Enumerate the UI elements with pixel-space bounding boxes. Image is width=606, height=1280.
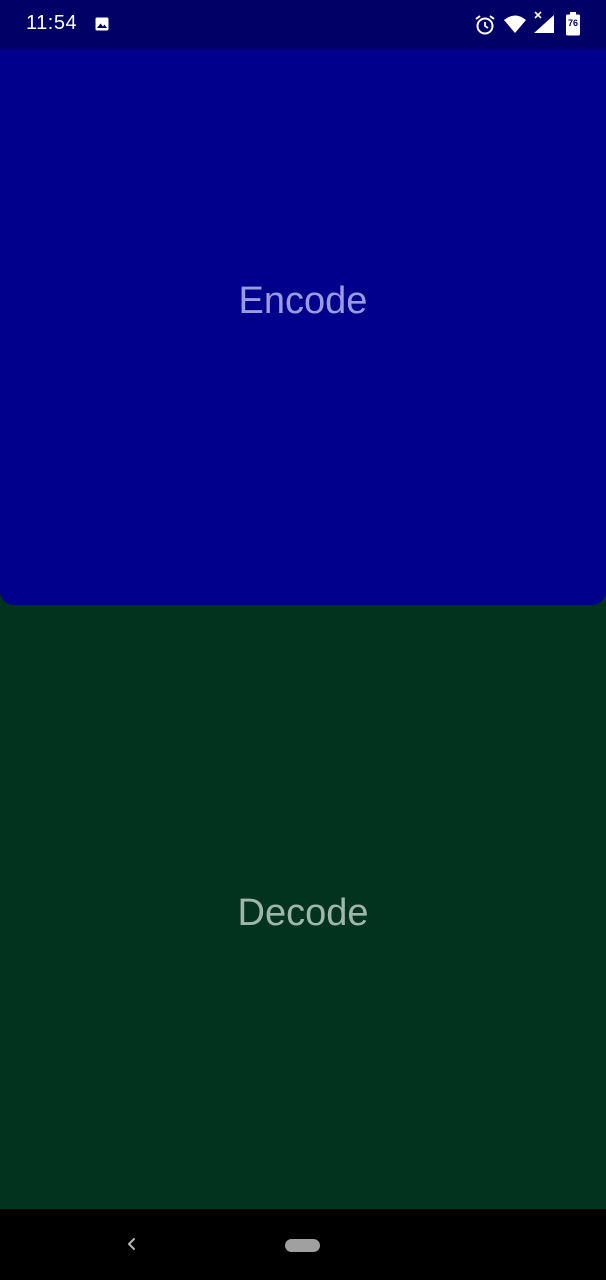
status-time: 11:54 xyxy=(26,12,78,34)
alarm-icon xyxy=(474,14,496,41)
home-pill[interactable] xyxy=(285,1239,320,1252)
encode-button[interactable]: Encode xyxy=(0,49,606,605)
encode-label: Encode xyxy=(238,279,368,322)
wifi-icon xyxy=(503,14,527,39)
navigation-bar xyxy=(0,1209,606,1280)
battery-level: 76 xyxy=(568,18,579,28)
app-screen: 11:54 76 Encode Decode xyxy=(0,0,606,1280)
decode-label: Decode xyxy=(237,891,369,934)
image-icon xyxy=(95,17,109,36)
decode-button[interactable]: Decode xyxy=(0,605,606,1209)
back-icon[interactable] xyxy=(120,1231,144,1257)
status-bar: 11:54 76 xyxy=(0,0,606,49)
cell-signal-icon xyxy=(532,10,556,39)
main-content: Encode Decode xyxy=(0,49,606,1209)
